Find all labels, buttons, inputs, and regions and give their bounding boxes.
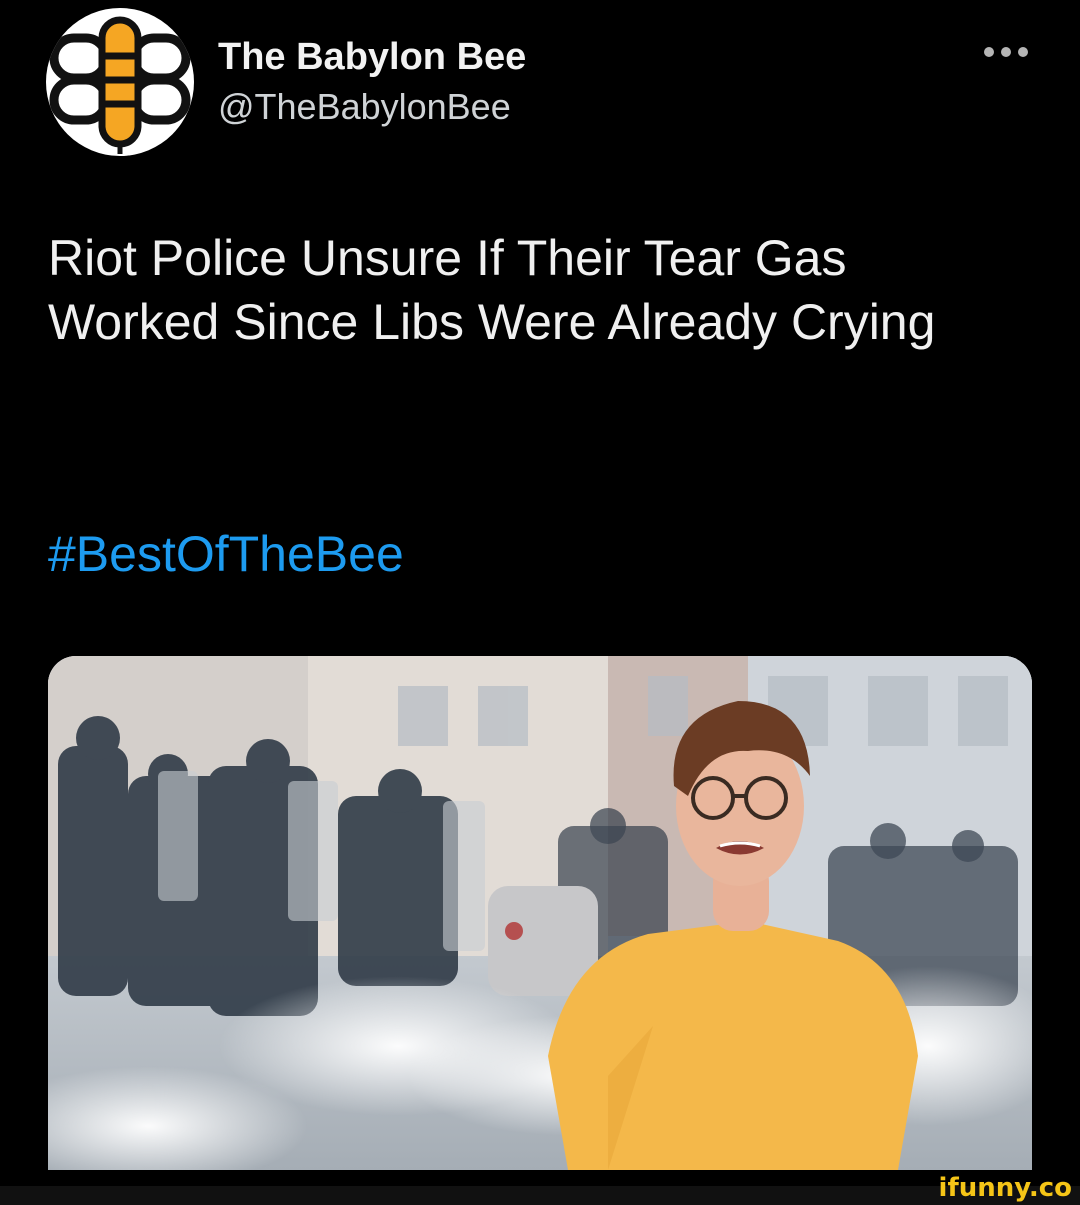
bee-logo-icon: [48, 10, 192, 154]
tweet-photo[interactable]: [48, 656, 1032, 1170]
display-name[interactable]: The Babylon Bee: [218, 34, 526, 80]
photo-icon: [48, 656, 1032, 1170]
dot: [984, 47, 994, 57]
ellipsis-icon[interactable]: [984, 44, 1028, 60]
dot: [1001, 47, 1011, 57]
avatar[interactable]: [46, 8, 194, 156]
dot: [1018, 47, 1028, 57]
footer-bar: [0, 1186, 1080, 1205]
watermark: ifunny.co: [938, 1173, 1072, 1203]
tweet: The Babylon Bee @TheBabylonBee Riot Poli…: [0, 0, 1080, 1205]
tweet-text: Riot Police Unsure If Their Tear Gas Wor…: [48, 230, 936, 350]
hashtag-link[interactable]: #BestOfTheBee: [48, 522, 404, 586]
author-names: The Babylon Bee @TheBabylonBee: [218, 34, 526, 130]
handle[interactable]: @TheBabylonBee: [218, 84, 526, 130]
